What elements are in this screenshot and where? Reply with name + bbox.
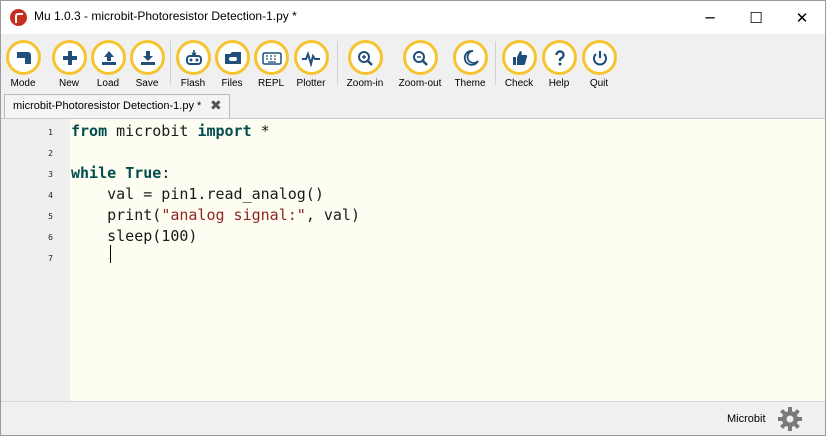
- repl-button-label: REPL: [257, 78, 285, 89]
- line-number: 6: [48, 233, 53, 242]
- save-button-label: Save: [135, 78, 159, 89]
- toolbar-separator: [495, 41, 496, 85]
- repl-button[interactable]: REPL: [254, 40, 289, 90]
- code-text: *: [251, 122, 270, 140]
- toolbar: Mode New Load Save Flash Files REPL Plot…: [1, 34, 825, 92]
- code-line: while True:: [71, 163, 170, 184]
- window-title: Mu 1.0.3 - microbit-Photoresistor Detect…: [34, 9, 297, 23]
- mode-button[interactable]: Mode: [6, 40, 41, 90]
- code-string: "analog signal:": [161, 206, 306, 224]
- help-button-label: Help: [548, 78, 570, 89]
- text-cursor: [110, 245, 111, 263]
- save-button[interactable]: Save: [130, 40, 165, 90]
- load-button[interactable]: Load: [91, 40, 126, 90]
- mu-logo-icon: [10, 9, 27, 26]
- title-bar[interactable]: Mu 1.0.3 - microbit-Photoresistor Detect…: [1, 1, 825, 34]
- flash-button[interactable]: Flash: [176, 40, 211, 90]
- line-number: 7: [48, 254, 53, 263]
- gear-icon[interactable]: [777, 406, 803, 435]
- code-line: sleep(100): [71, 226, 197, 247]
- quit-button-label: Quit: [589, 78, 609, 89]
- files-button[interactable]: Files: [215, 40, 250, 90]
- code-text: :: [161, 164, 171, 182]
- help-button[interactable]: Help: [542, 40, 577, 90]
- pulse-icon: [293, 40, 329, 75]
- files-button-label: Files: [221, 78, 243, 89]
- zoom-in-icon: [347, 40, 383, 75]
- quit-button[interactable]: Quit: [582, 40, 617, 90]
- zoom-in-button-label: Zoom-in: [346, 78, 384, 89]
- line-number: 2: [48, 149, 53, 158]
- upload-icon: [91, 40, 126, 75]
- code-text: val = pin1.read_analog(): [71, 185, 324, 203]
- minimize-button[interactable]: ─: [687, 1, 733, 34]
- download-icon: [130, 40, 165, 75]
- theme-button[interactable]: Theme: [453, 40, 488, 90]
- code-keyword: import: [197, 122, 252, 140]
- line-number-gutter: 1 2 3 4 5 6 7: [1, 119, 70, 401]
- mode-button-label: Mode: [10, 78, 36, 89]
- close-button[interactable]: ✕: [779, 1, 825, 34]
- code-line: from microbit import *: [71, 121, 270, 142]
- zoom-out-button[interactable]: Zoom-out: [395, 40, 445, 90]
- code-keyword: from: [71, 122, 108, 140]
- line-number: 4: [48, 191, 53, 200]
- code-editor[interactable]: 1 2 3 4 5 6 7 from microbit import * while True…: [1, 119, 825, 401]
- toolbar-separator: [170, 41, 171, 85]
- mode-icon: [6, 40, 41, 75]
- mu-editor-window: Mu 1.0.3 - microbit-Photoresistor Detect…: [0, 0, 826, 436]
- thumbs-up-icon: [502, 40, 537, 75]
- new-button[interactable]: New: [52, 40, 87, 90]
- code-text: sleep(100): [71, 227, 198, 245]
- moon-icon: [453, 40, 488, 75]
- plus-icon: [52, 40, 87, 75]
- code-text: print(: [71, 206, 162, 224]
- zoom-out-button-label: Zoom-out: [398, 78, 442, 89]
- flash-icon: [176, 40, 211, 75]
- keyboard-icon: [254, 40, 289, 75]
- code-text: microbit: [107, 122, 198, 140]
- code-line: print("analog signal:", val): [71, 205, 360, 226]
- code-line: [71, 247, 107, 268]
- theme-button-label: Theme: [454, 78, 486, 89]
- code-text: , val): [305, 206, 360, 224]
- mode-indicator: Microbit: [727, 413, 766, 425]
- check-button-label: Check: [504, 78, 534, 89]
- plotter-button-label: Plotter: [296, 78, 326, 89]
- question-icon: [542, 40, 577, 75]
- new-button-label: New: [58, 78, 79, 89]
- tab-label: microbit-Photoresistor Detection-1.py *: [13, 100, 202, 112]
- tab-bar: microbit-Photoresistor Detection-1.py * …: [1, 92, 825, 119]
- plotter-button[interactable]: Plotter: [293, 40, 329, 90]
- tab-current-file[interactable]: microbit-Photoresistor Detection-1.py * …: [4, 94, 230, 118]
- line-number: 5: [48, 212, 53, 221]
- check-button[interactable]: Check: [502, 40, 537, 90]
- line-number: 3: [48, 170, 53, 179]
- power-icon: [582, 40, 617, 75]
- zoom-in-button[interactable]: Zoom-in: [343, 40, 387, 90]
- code-line: val = pin1.read_analog(): [71, 184, 324, 205]
- toolbar-separator: [337, 41, 338, 85]
- maximize-button[interactable]: ☐: [733, 1, 779, 34]
- line-number: 1: [48, 128, 53, 137]
- code-keyword: True: [125, 164, 162, 182]
- files-icon: [215, 40, 250, 75]
- tab-close-icon[interactable]: ✖: [210, 98, 222, 114]
- code-keyword: while: [71, 164, 117, 182]
- zoom-out-icon: [402, 40, 438, 75]
- status-bar: Microbit: [1, 401, 825, 435]
- flash-button-label: Flash: [180, 78, 206, 89]
- load-button-label: Load: [96, 78, 120, 89]
